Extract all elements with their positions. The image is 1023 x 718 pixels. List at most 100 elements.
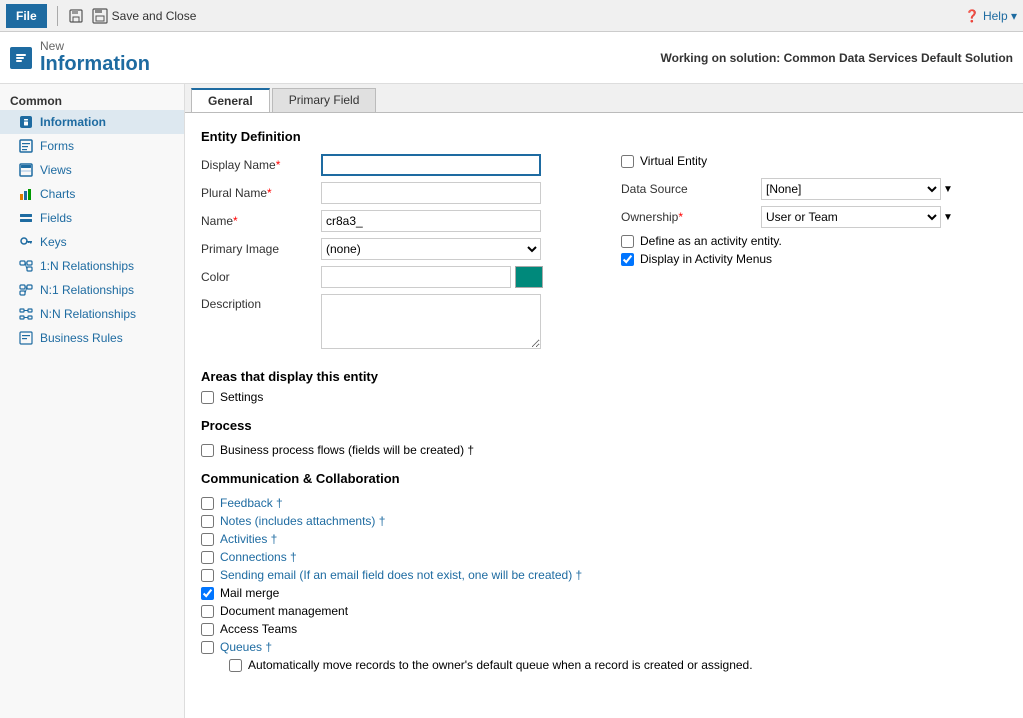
data-source-label: Data Source xyxy=(621,182,761,196)
form-content: Entity Definition Display Name* Plural N… xyxy=(185,113,1023,718)
nn-relationship-icon xyxy=(18,306,34,322)
save-icon xyxy=(68,8,84,24)
define-activity-label: Define as an activity entity. xyxy=(640,234,782,248)
sidebar-item-nn-relationships[interactable]: N:N Relationships xyxy=(0,302,184,326)
feedback-row: Feedback † xyxy=(201,496,1007,510)
help-label: Help xyxy=(983,9,1008,23)
display-name-input[interactable] xyxy=(321,154,541,176)
access-teams-row: Access Teams xyxy=(201,622,1007,636)
primary-image-select[interactable]: (none) xyxy=(321,238,541,260)
ownership-row: Ownership* User or Team Organization ▼ xyxy=(621,206,1007,228)
description-label: Description xyxy=(201,294,321,311)
areas-heading: Areas that display this entity xyxy=(201,369,1007,384)
sidebar-item-keys[interactable]: Keys xyxy=(0,230,184,254)
queues-sub-row: Automatically move records to the owner'… xyxy=(229,658,1007,672)
tabs: General Primary Field xyxy=(185,84,1023,113)
queues-row: Queues † xyxy=(201,640,1007,654)
notes-label: Notes (includes attachments) † xyxy=(220,514,385,528)
document-management-label: Document management xyxy=(220,604,348,618)
sending-email-label: Sending email (If an email field does no… xyxy=(220,568,582,582)
color-label: Color xyxy=(201,270,321,284)
tab-general[interactable]: General xyxy=(191,88,270,112)
color-text-input[interactable] xyxy=(321,266,511,288)
define-activity-row: Define as an activity entity. xyxy=(621,234,1007,248)
sidebar-item-nn-label: N:N Relationships xyxy=(40,307,136,321)
access-teams-checkbox[interactable] xyxy=(201,623,214,636)
business-process-checkbox[interactable] xyxy=(201,444,214,457)
define-activity-checkbox[interactable] xyxy=(621,235,634,248)
display-activity-checkbox[interactable] xyxy=(621,253,634,266)
notes-row: Notes (includes attachments) † xyxy=(201,514,1007,528)
document-management-checkbox[interactable] xyxy=(201,605,214,618)
sidebar-item-information[interactable]: Information xyxy=(0,110,184,134)
sidebar-item-business-rules[interactable]: Business Rules xyxy=(0,326,184,350)
ownership-label: Ownership* xyxy=(621,210,761,224)
notes-checkbox[interactable] xyxy=(201,515,214,528)
areas-section: Areas that display this entity Settings xyxy=(201,369,1007,404)
sidebar-item-fields[interactable]: Fields xyxy=(0,206,184,230)
entity-definition-area: Display Name* Plural Name* Name* xyxy=(201,154,1007,355)
name-input[interactable] xyxy=(321,210,541,232)
virtual-entity-row: Virtual Entity xyxy=(621,154,1007,168)
mail-merge-checkbox[interactable] xyxy=(201,587,214,600)
process-heading: Process xyxy=(201,418,1007,433)
form-left: Display Name* Plural Name* Name* xyxy=(201,154,581,355)
sidebar-item-information-label: Information xyxy=(40,115,106,129)
display-activity-row: Display in Activity Menus xyxy=(621,252,1007,266)
connections-row: Connections † xyxy=(201,550,1007,564)
activities-checkbox[interactable] xyxy=(201,533,214,546)
activities-label: Activities † xyxy=(220,532,277,546)
1n-relationship-icon xyxy=(18,258,34,274)
data-source-select[interactable]: [None] xyxy=(761,178,941,200)
page-title: Information xyxy=(40,53,150,76)
settings-row: Settings xyxy=(201,390,1007,404)
content-area: General Primary Field Entity Definition … xyxy=(185,84,1023,718)
description-textarea[interactable] xyxy=(321,294,541,349)
mail-merge-row: Mail merge xyxy=(201,586,1007,600)
titlebar: New Information Working on solution: Com… xyxy=(0,32,1023,84)
queues-sub-label: Automatically move records to the owner'… xyxy=(248,658,753,672)
primary-image-row: Primary Image (none) xyxy=(201,238,581,260)
settings-checkbox[interactable] xyxy=(201,391,214,404)
feedback-checkbox[interactable] xyxy=(201,497,214,510)
sidebar-item-1n-relationships[interactable]: 1:N Relationships xyxy=(0,254,184,278)
sidebar-item-views[interactable]: Views xyxy=(0,158,184,182)
help-link[interactable]: ❓ Help ▾ xyxy=(965,9,1017,23)
color-swatch[interactable] xyxy=(515,266,543,288)
sidebar-item-forms[interactable]: Forms xyxy=(0,134,184,158)
queues-sub-checkbox[interactable] xyxy=(229,659,242,672)
feedback-label: Feedback † xyxy=(220,496,283,510)
solution-label: Working on solution: Common Data Service… xyxy=(661,51,1013,65)
save-close-label: Save and Close xyxy=(112,9,197,23)
data-source-arrow: ▼ xyxy=(943,184,953,195)
sidebar-item-n1-relationships[interactable]: N:1 Relationships xyxy=(0,278,184,302)
save-icon-btn[interactable] xyxy=(68,8,84,24)
sending-email-checkbox[interactable] xyxy=(201,569,214,582)
display-name-row: Display Name* xyxy=(201,154,581,176)
sidebar-item-charts[interactable]: Charts xyxy=(0,182,184,206)
sidebar-item-fields-label: Fields xyxy=(40,211,72,225)
sidebar-item-keys-label: Keys xyxy=(40,235,67,249)
topbar: File Save and Close ❓ Help ▾ xyxy=(0,0,1023,32)
sidebar-item-charts-label: Charts xyxy=(40,187,75,201)
communication-section: Communication & Collaboration Feedback †… xyxy=(201,471,1007,672)
plural-name-row: Plural Name* xyxy=(201,182,581,204)
settings-label: Settings xyxy=(220,390,263,404)
plural-name-label: Plural Name* xyxy=(201,186,321,200)
connections-label: Connections † xyxy=(220,550,297,564)
sidebar-item-forms-label: Forms xyxy=(40,139,74,153)
ownership-select[interactable]: User or Team Organization xyxy=(761,206,941,228)
connections-checkbox[interactable] xyxy=(201,551,214,564)
virtual-entity-checkbox[interactable] xyxy=(621,155,634,168)
color-input-wrap xyxy=(321,266,543,288)
save-close-button[interactable]: Save and Close xyxy=(92,8,197,24)
tab-primary-field[interactable]: Primary Field xyxy=(272,88,377,112)
sidebar-item-views-label: Views xyxy=(40,163,72,177)
file-button[interactable]: File xyxy=(6,4,47,28)
forms-icon xyxy=(18,138,34,154)
plural-name-input[interactable] xyxy=(321,182,541,204)
process-section: Process Business process flows (fields w… xyxy=(201,418,1007,457)
n1-relationship-icon xyxy=(18,282,34,298)
queues-checkbox[interactable] xyxy=(201,641,214,654)
business-rules-icon xyxy=(18,330,34,346)
